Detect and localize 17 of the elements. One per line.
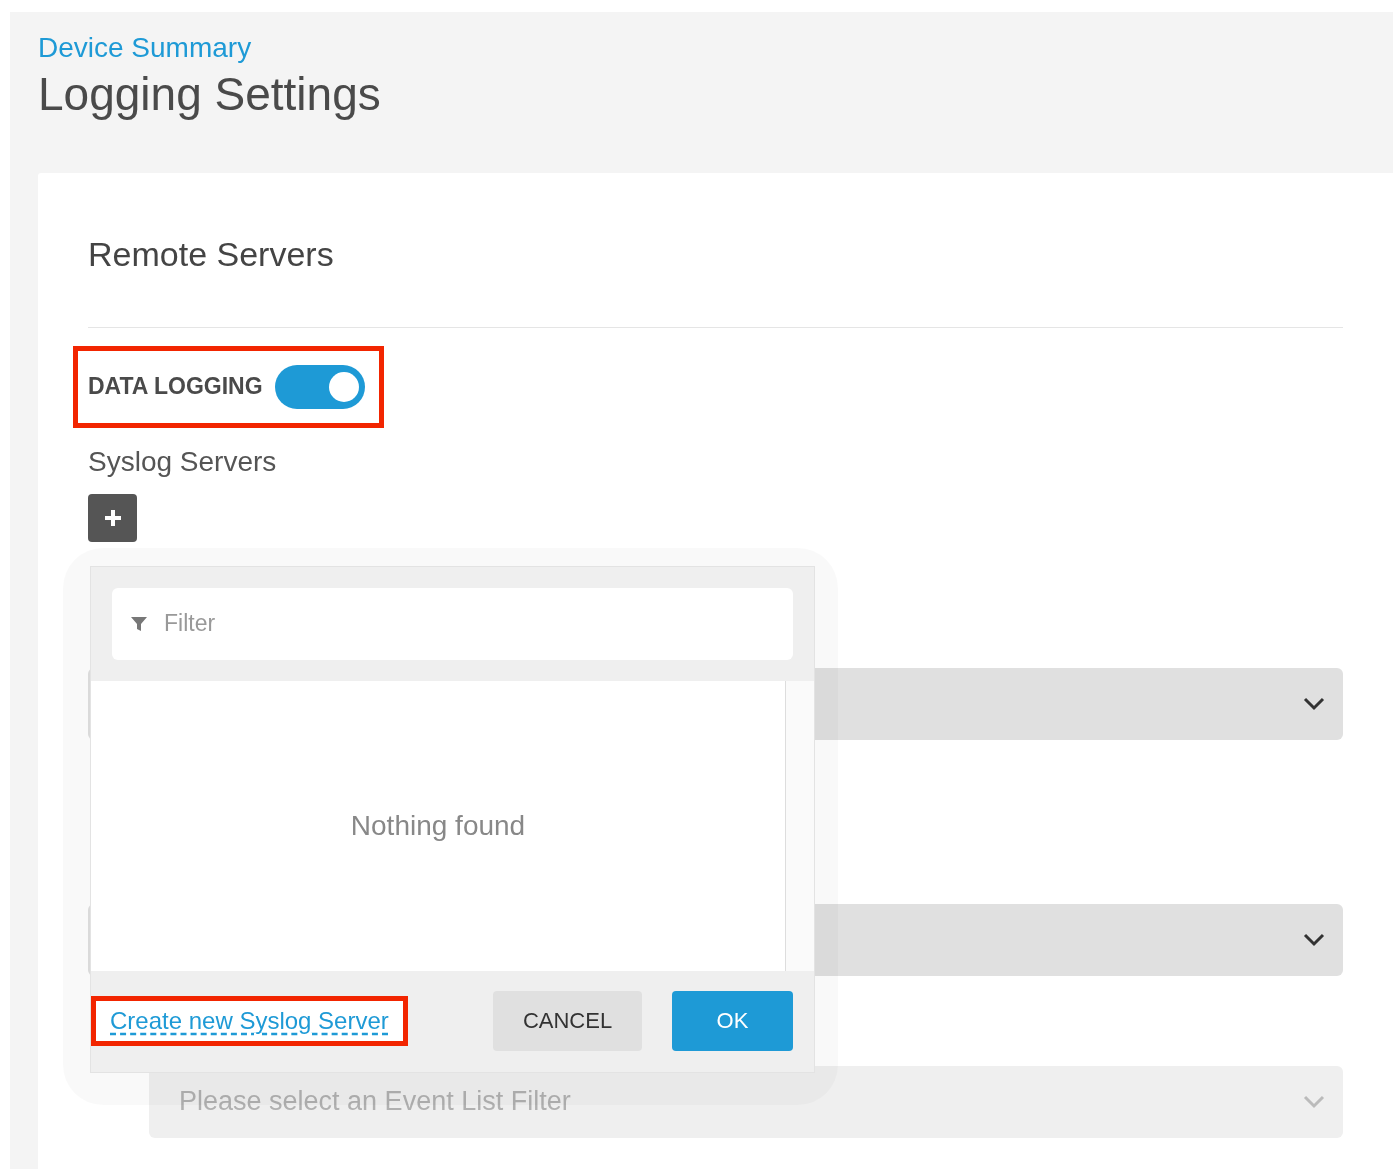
filter-field[interactable]: Filter [112, 587, 793, 660]
toggle-label: DATA LOGGING [88, 373, 263, 401]
filter-icon [130, 615, 148, 632]
chevron-down-icon [1303, 1094, 1325, 1109]
add-button[interactable] [88, 493, 137, 542]
plus-icon [102, 507, 123, 528]
chevron-down-icon [1303, 696, 1325, 711]
breadcrumb-link[interactable]: Device Summary [38, 32, 252, 64]
ok-button[interactable]: OK [672, 991, 793, 1052]
field-label: Syslog Servers [88, 445, 278, 478]
section-title: Remote Servers [88, 234, 335, 274]
page-title: Logging Settings [38, 68, 382, 121]
chevron-down-icon [1303, 932, 1325, 947]
toggle-switch[interactable] [274, 364, 365, 409]
cancel-button[interactable]: CANCEL [493, 991, 642, 1052]
create-server-link[interactable]: Create new Syslog Server [91, 996, 408, 1047]
empty-message: Nothing found [350, 809, 526, 842]
